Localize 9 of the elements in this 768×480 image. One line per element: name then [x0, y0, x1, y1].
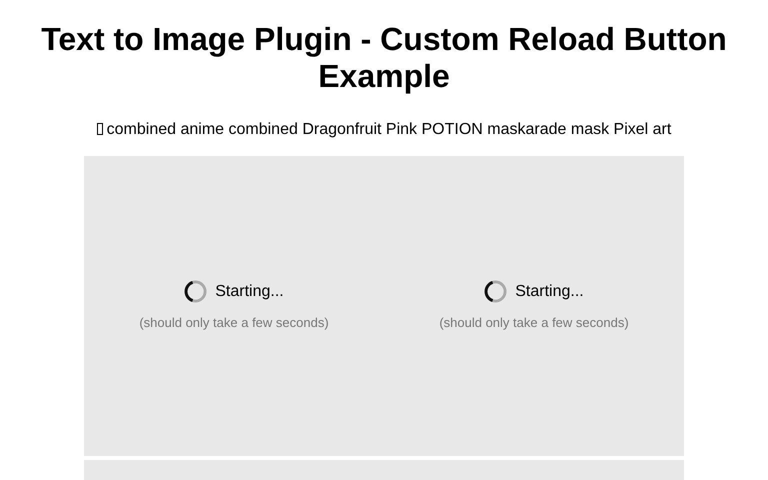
page-title: Text to Image Plugin - Custom Reload Button Example [40, 21, 728, 95]
status-text: Starting... [515, 282, 584, 302]
status-text: Starting... [215, 282, 284, 302]
spinner-icon [184, 280, 208, 304]
missing-glyph-icon [96, 123, 103, 135]
spinner-icon [484, 280, 508, 304]
prompt-text: combined anime combined Dragonfruit Pink POTION maskarade mask Pixel art [106, 121, 672, 138]
hint-text: (should only take a few seconds) [439, 314, 629, 332]
hint-text: (should only take a few seconds) [139, 314, 329, 332]
